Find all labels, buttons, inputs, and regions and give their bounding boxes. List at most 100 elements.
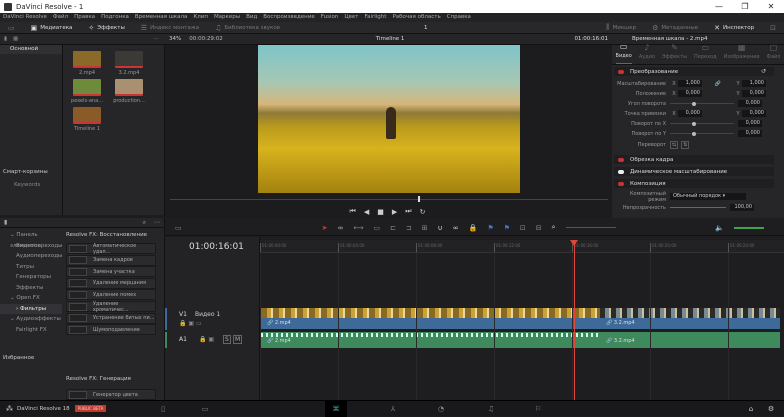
keywords-bin[interactable]: Keywords bbox=[14, 182, 40, 188]
timeline-zoom-slider[interactable] bbox=[565, 227, 616, 228]
volume-icon[interactable]: 🔈 bbox=[715, 224, 724, 232]
effects-tree-item[interactable]: Титры bbox=[0, 262, 62, 273]
position-y-field[interactable]: 0,000 bbox=[742, 90, 766, 97]
effects-tree-item[interactable]: ⌄ Аудиоэффекты bbox=[0, 314, 62, 325]
panel-toggle-icon[interactable]: ▮ bbox=[4, 219, 7, 226]
rotation-field[interactable]: 0,000 bbox=[738, 100, 762, 107]
inspector-tab[interactable]: ▢ Файл bbox=[767, 43, 781, 64]
more-icon[interactable]: ⋯ bbox=[154, 219, 160, 226]
video-clip[interactable]: 🔗 2.mp4 bbox=[261, 308, 600, 329]
page-cut-icon[interactable]: ▭ bbox=[194, 401, 216, 417]
timeline-selector[interactable]: Timeline 1 bbox=[376, 36, 405, 42]
layout-button[interactable]: ▭ bbox=[0, 24, 23, 32]
settings-icon[interactable]: ⚙ bbox=[760, 401, 782, 417]
mute-button[interactable]: M bbox=[233, 335, 243, 344]
dynamic-zoom-section[interactable]: Динамическое масштабирование bbox=[614, 167, 774, 176]
inspector-tab[interactable]: ▭ Видео bbox=[615, 42, 632, 64]
reset-icon[interactable]: ↺ bbox=[761, 68, 766, 75]
menu-item[interactable]: Маркеры bbox=[214, 13, 240, 22]
inspector-button[interactable]: ✕ Инспектор bbox=[706, 24, 762, 32]
menu-item[interactable]: Цвет bbox=[344, 13, 358, 22]
video-clip[interactable]: 🔗 3.2.mp4 bbox=[600, 308, 780, 329]
anchor-x-field[interactable]: 0,000 bbox=[678, 110, 702, 117]
play-icon[interactable]: ▶ bbox=[392, 208, 397, 216]
inspector-tab[interactable]: ▭ Переход bbox=[694, 43, 717, 64]
zoom-detail-icon[interactable]: ⊟ bbox=[536, 224, 542, 232]
scrubber[interactable] bbox=[170, 199, 608, 200]
yaw-field[interactable]: 0,000 bbox=[738, 130, 762, 137]
effects-tree-item[interactable]: ⌄ Open FX bbox=[0, 293, 62, 304]
scrubber-handle[interactable] bbox=[418, 196, 420, 202]
overwrite-clip-icon[interactable]: ⊐ bbox=[406, 224, 412, 232]
effects-button[interactable]: ✧ Эффекты bbox=[80, 24, 132, 32]
menu-item[interactable]: Fairlight bbox=[364, 13, 386, 22]
composite-mode-select[interactable]: Обычный порядок ▾ bbox=[670, 193, 746, 200]
snapping-icon[interactable]: ∪ bbox=[438, 224, 443, 232]
mixer-button[interactable]: ⫼ Микшер bbox=[598, 23, 644, 32]
effects-tree-item[interactable]: Аудиопереходы bbox=[0, 251, 62, 262]
page-media-icon[interactable]: ▯ bbox=[152, 401, 174, 417]
expand-button[interactable]: ⊡ bbox=[762, 24, 784, 32]
crop-section[interactable]: Обрезка кадра bbox=[614, 155, 774, 164]
insert-clip-icon[interactable]: ⊏ bbox=[390, 224, 396, 232]
position-x-field[interactable]: 0,000 bbox=[678, 90, 702, 97]
page-color-icon[interactable]: ◔ bbox=[430, 401, 452, 417]
crop-toggle[interactable] bbox=[618, 157, 624, 162]
track-v1-name[interactable]: Видео 1 bbox=[195, 311, 220, 318]
lock-track-icon[interactable]: 🔒 ▣ bbox=[199, 336, 214, 343]
lock-track-icon[interactable]: 🔒 ▣ ▭ bbox=[179, 320, 202, 327]
search-icon[interactable]: ⌕ bbox=[143, 219, 146, 227]
menu-item[interactable]: Подгонка bbox=[101, 13, 129, 22]
zoom-x-field[interactable]: 1,000 bbox=[678, 80, 702, 87]
anchor-y-field[interactable]: 0,000 bbox=[742, 110, 766, 117]
trim-tool-icon[interactable]: ⇹ bbox=[338, 224, 344, 232]
effect-item[interactable]: Замена кадров bbox=[66, 254, 156, 266]
menu-item[interactable]: Файл bbox=[53, 13, 68, 22]
metadata-button[interactable]: ⚙ Метаданные bbox=[644, 24, 706, 32]
effect-item[interactable]: Удаление мерцания bbox=[66, 277, 156, 289]
menu-item[interactable]: Справка bbox=[447, 13, 471, 22]
dynamic-zoom-toggle[interactable] bbox=[618, 169, 624, 174]
marker-icon[interactable]: ⚑ bbox=[504, 224, 510, 232]
sidebar-toggle-icon[interactable]: ▮ bbox=[4, 36, 7, 42]
stop-icon[interactable]: ■ bbox=[377, 208, 384, 216]
flip-horizontal-icon[interactable]: ⇆ bbox=[670, 140, 679, 149]
menu-item[interactable]: Временная шкала bbox=[135, 13, 187, 22]
effects-tree-item[interactable]: Эффекты bbox=[0, 283, 62, 294]
effects-tree-item[interactable]: Генераторы bbox=[0, 272, 62, 283]
close-button[interactable]: ✕ bbox=[758, 0, 784, 13]
bin-master[interactable]: Основной bbox=[0, 45, 62, 54]
play-reverse-icon[interactable]: ◀ bbox=[364, 208, 369, 216]
media-clip[interactable]: 2.mp4 bbox=[71, 51, 103, 76]
effect-item[interactable]: Удаление помех bbox=[66, 289, 156, 301]
linked-selection-icon[interactable]: ∞ bbox=[453, 224, 459, 232]
select-tool-icon[interactable]: ➤ bbox=[322, 224, 328, 232]
zoom-y-field[interactable]: 1,000 bbox=[742, 80, 766, 87]
effect-item[interactable]: Замена участка bbox=[66, 266, 156, 278]
zoom-custom-icon[interactable]: ⌕ bbox=[552, 223, 556, 232]
rotation-slider[interactable] bbox=[670, 101, 734, 106]
page-fusion-icon[interactable]: ⅄ bbox=[382, 401, 404, 417]
last-frame-icon[interactable]: ⏭ bbox=[405, 207, 411, 216]
minimize-button[interactable]: — bbox=[706, 0, 732, 13]
menu-item[interactable]: Правка bbox=[74, 13, 95, 22]
enable-toggle[interactable] bbox=[618, 69, 624, 74]
sound-library-button[interactable]: ♫ Библиотека звуков bbox=[207, 24, 288, 32]
effect-item[interactable]: Шумоподавление bbox=[66, 324, 156, 336]
menu-item[interactable]: Fusion bbox=[321, 13, 339, 22]
composite-section[interactable]: Композиция bbox=[614, 179, 774, 188]
media-pool-button[interactable]: ▣ Медиатека bbox=[23, 24, 81, 32]
effects-tree-item[interactable]: › Фильтры bbox=[0, 303, 62, 314]
solo-button[interactable]: S bbox=[223, 335, 231, 344]
menu-item[interactable]: Клип bbox=[193, 13, 208, 22]
dynamic-trim-icon[interactable]: ⟷ bbox=[353, 224, 363, 232]
menu-item[interactable]: Воспроизведение bbox=[263, 13, 314, 22]
effect-item[interactable]: Автоматическое удал... bbox=[66, 243, 156, 255]
page-fairlight-icon[interactable]: ♫ bbox=[480, 401, 502, 417]
first-frame-icon[interactable]: ⏮ bbox=[350, 207, 356, 216]
effects-tree-item[interactable]: Fairlight FX bbox=[0, 325, 62, 336]
audio-clip[interactable]: 🔗 3.2.mp4 bbox=[600, 332, 780, 348]
composite-toggle[interactable] bbox=[618, 181, 624, 186]
effect-item[interactable]: Устранение битых пи... bbox=[66, 312, 156, 324]
media-clip[interactable]: Timeline 1 bbox=[71, 107, 103, 132]
